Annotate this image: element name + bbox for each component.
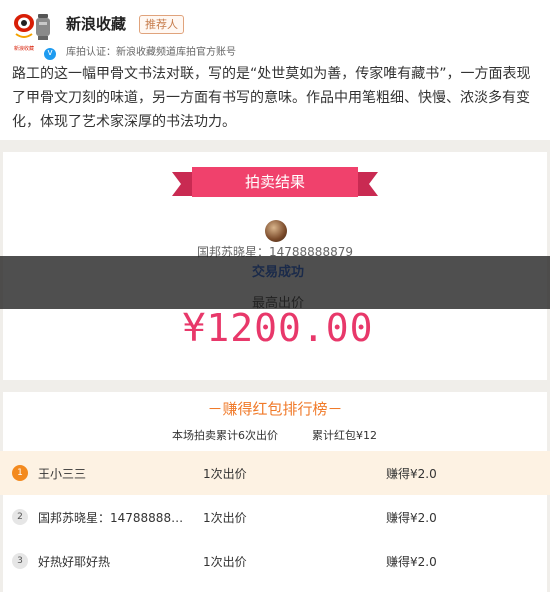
bid-count: 1次出价 — [203, 555, 247, 569]
deal-status: 交易成功 — [251, 265, 304, 280]
recommender-badge: 推荐人 — [139, 15, 184, 34]
redpacket-total: 累计红包¥12 — [312, 429, 377, 442]
ranking-title: －赚得红包排行榜－ — [207, 400, 343, 418]
auction-result-label: 拍卖结果 — [244, 173, 305, 191]
verified-badge-icon: v — [43, 47, 57, 61]
final-price: ¥1200.00 — [182, 306, 374, 350]
ranking-row[interactable]: 3 好热好耶好热 1次出价 赚得¥2.0 — [0, 539, 550, 583]
certification-text: 库拍认证：新浪收藏频道库拍官方账号 — [66, 47, 236, 58]
bid-count: 1次出价 — [203, 511, 247, 525]
ranking-row[interactable]: 1 王小三三 1次出价 赚得¥2.0 — [0, 451, 550, 495]
ranking-row[interactable]: 2 国邦苏晓星：14788888879 1次出价 赚得¥2.0 — [0, 495, 550, 539]
earned-amount: 赚得¥2.0 — [386, 555, 437, 569]
earned-amount: 赚得¥2.0 — [386, 511, 437, 525]
bid-total: 本场拍卖累计6次出价 — [172, 429, 278, 442]
item-description: 路工的这一幅甲骨文书法对联，写的是“处世莫如为善，传家唯有藏书”，一方面表现了甲… — [12, 62, 542, 134]
logo-wordmark: 新浪收藏 — [14, 46, 35, 52]
bidder-name: 王小三三 — [38, 467, 87, 481]
buyer-avatar — [265, 220, 287, 242]
rank-number: 3 — [12, 553, 28, 569]
bid-count: 1次出价 — [203, 467, 247, 481]
bidder-name: 好热好耶好热 — [38, 555, 111, 569]
publisher-avatar[interactable]: 新浪收藏 — [12, 10, 52, 52]
rank-number: 1 — [12, 465, 28, 481]
rank-number: 2 — [12, 509, 28, 525]
sina-eye-logo-icon — [14, 14, 50, 40]
publisher-name[interactable]: 新浪收藏 — [66, 13, 126, 34]
earned-amount: 赚得¥2.0 — [386, 467, 437, 481]
bidder-name: 国邦苏晓星：14788888879 — [38, 511, 188, 525]
